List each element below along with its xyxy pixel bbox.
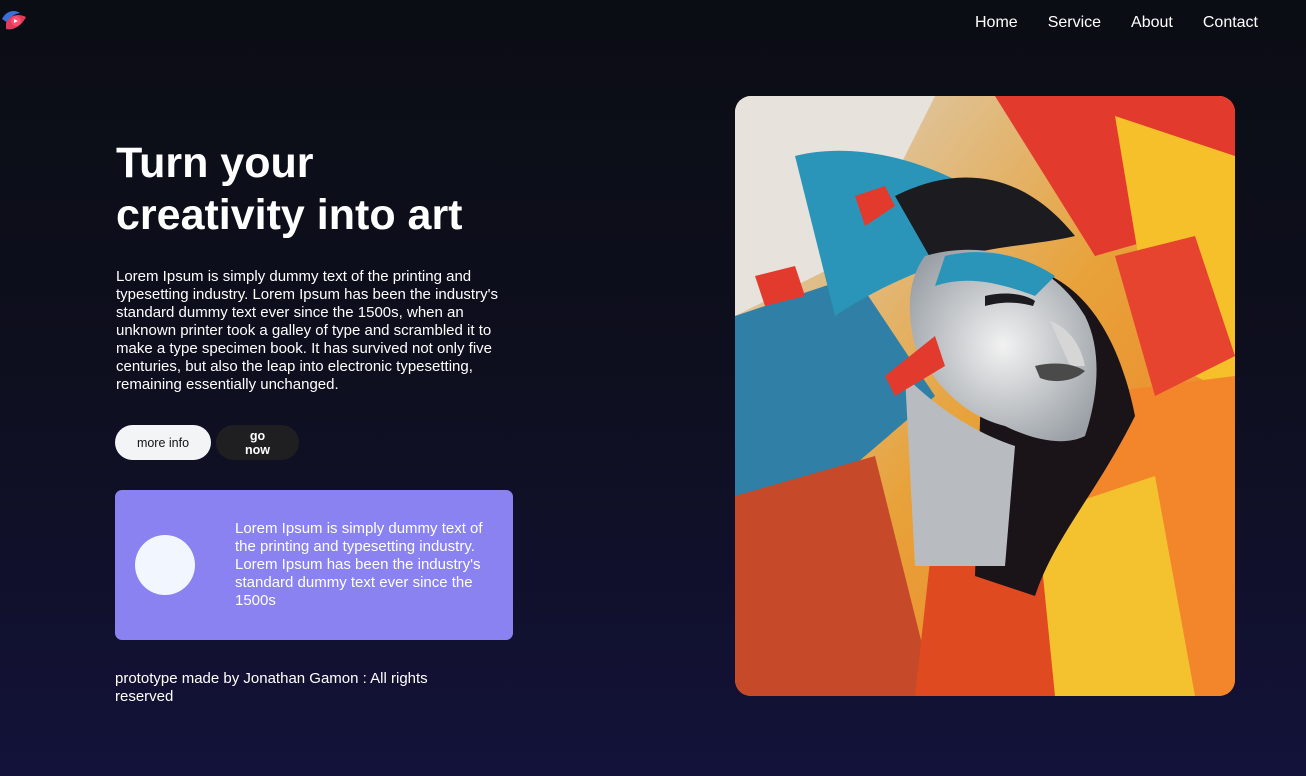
hero-title-line2: creativity into art xyxy=(116,191,463,239)
footer-note: prototype made by Jonathan Gamon : All r… xyxy=(115,670,428,705)
hero-title-line1: Turn your xyxy=(116,139,314,187)
main-nav: Home Service About Contact xyxy=(975,14,1258,32)
nav-home[interactable]: Home xyxy=(975,14,1018,32)
bird-logo-icon[interactable] xyxy=(0,5,28,35)
hero-paragraph: Lorem Ipsum is simply dummy text of the … xyxy=(116,268,498,393)
artwork-image xyxy=(735,96,1235,696)
go-now-button[interactable]: go now xyxy=(216,425,299,460)
nav-about[interactable]: About xyxy=(1131,14,1173,32)
nav-service[interactable]: Service xyxy=(1048,14,1101,32)
more-info-button[interactable]: more info xyxy=(115,425,211,460)
avatar xyxy=(135,535,195,595)
info-card-text: Lorem Ipsum is simply dummy text of the … xyxy=(235,520,483,609)
hero-buttons: more info go now xyxy=(115,425,299,460)
nav-contact[interactable]: Contact xyxy=(1203,14,1258,32)
info-card: Lorem Ipsum is simply dummy text of the … xyxy=(115,490,513,640)
hero-title: Turn your creativity into art xyxy=(116,137,536,241)
